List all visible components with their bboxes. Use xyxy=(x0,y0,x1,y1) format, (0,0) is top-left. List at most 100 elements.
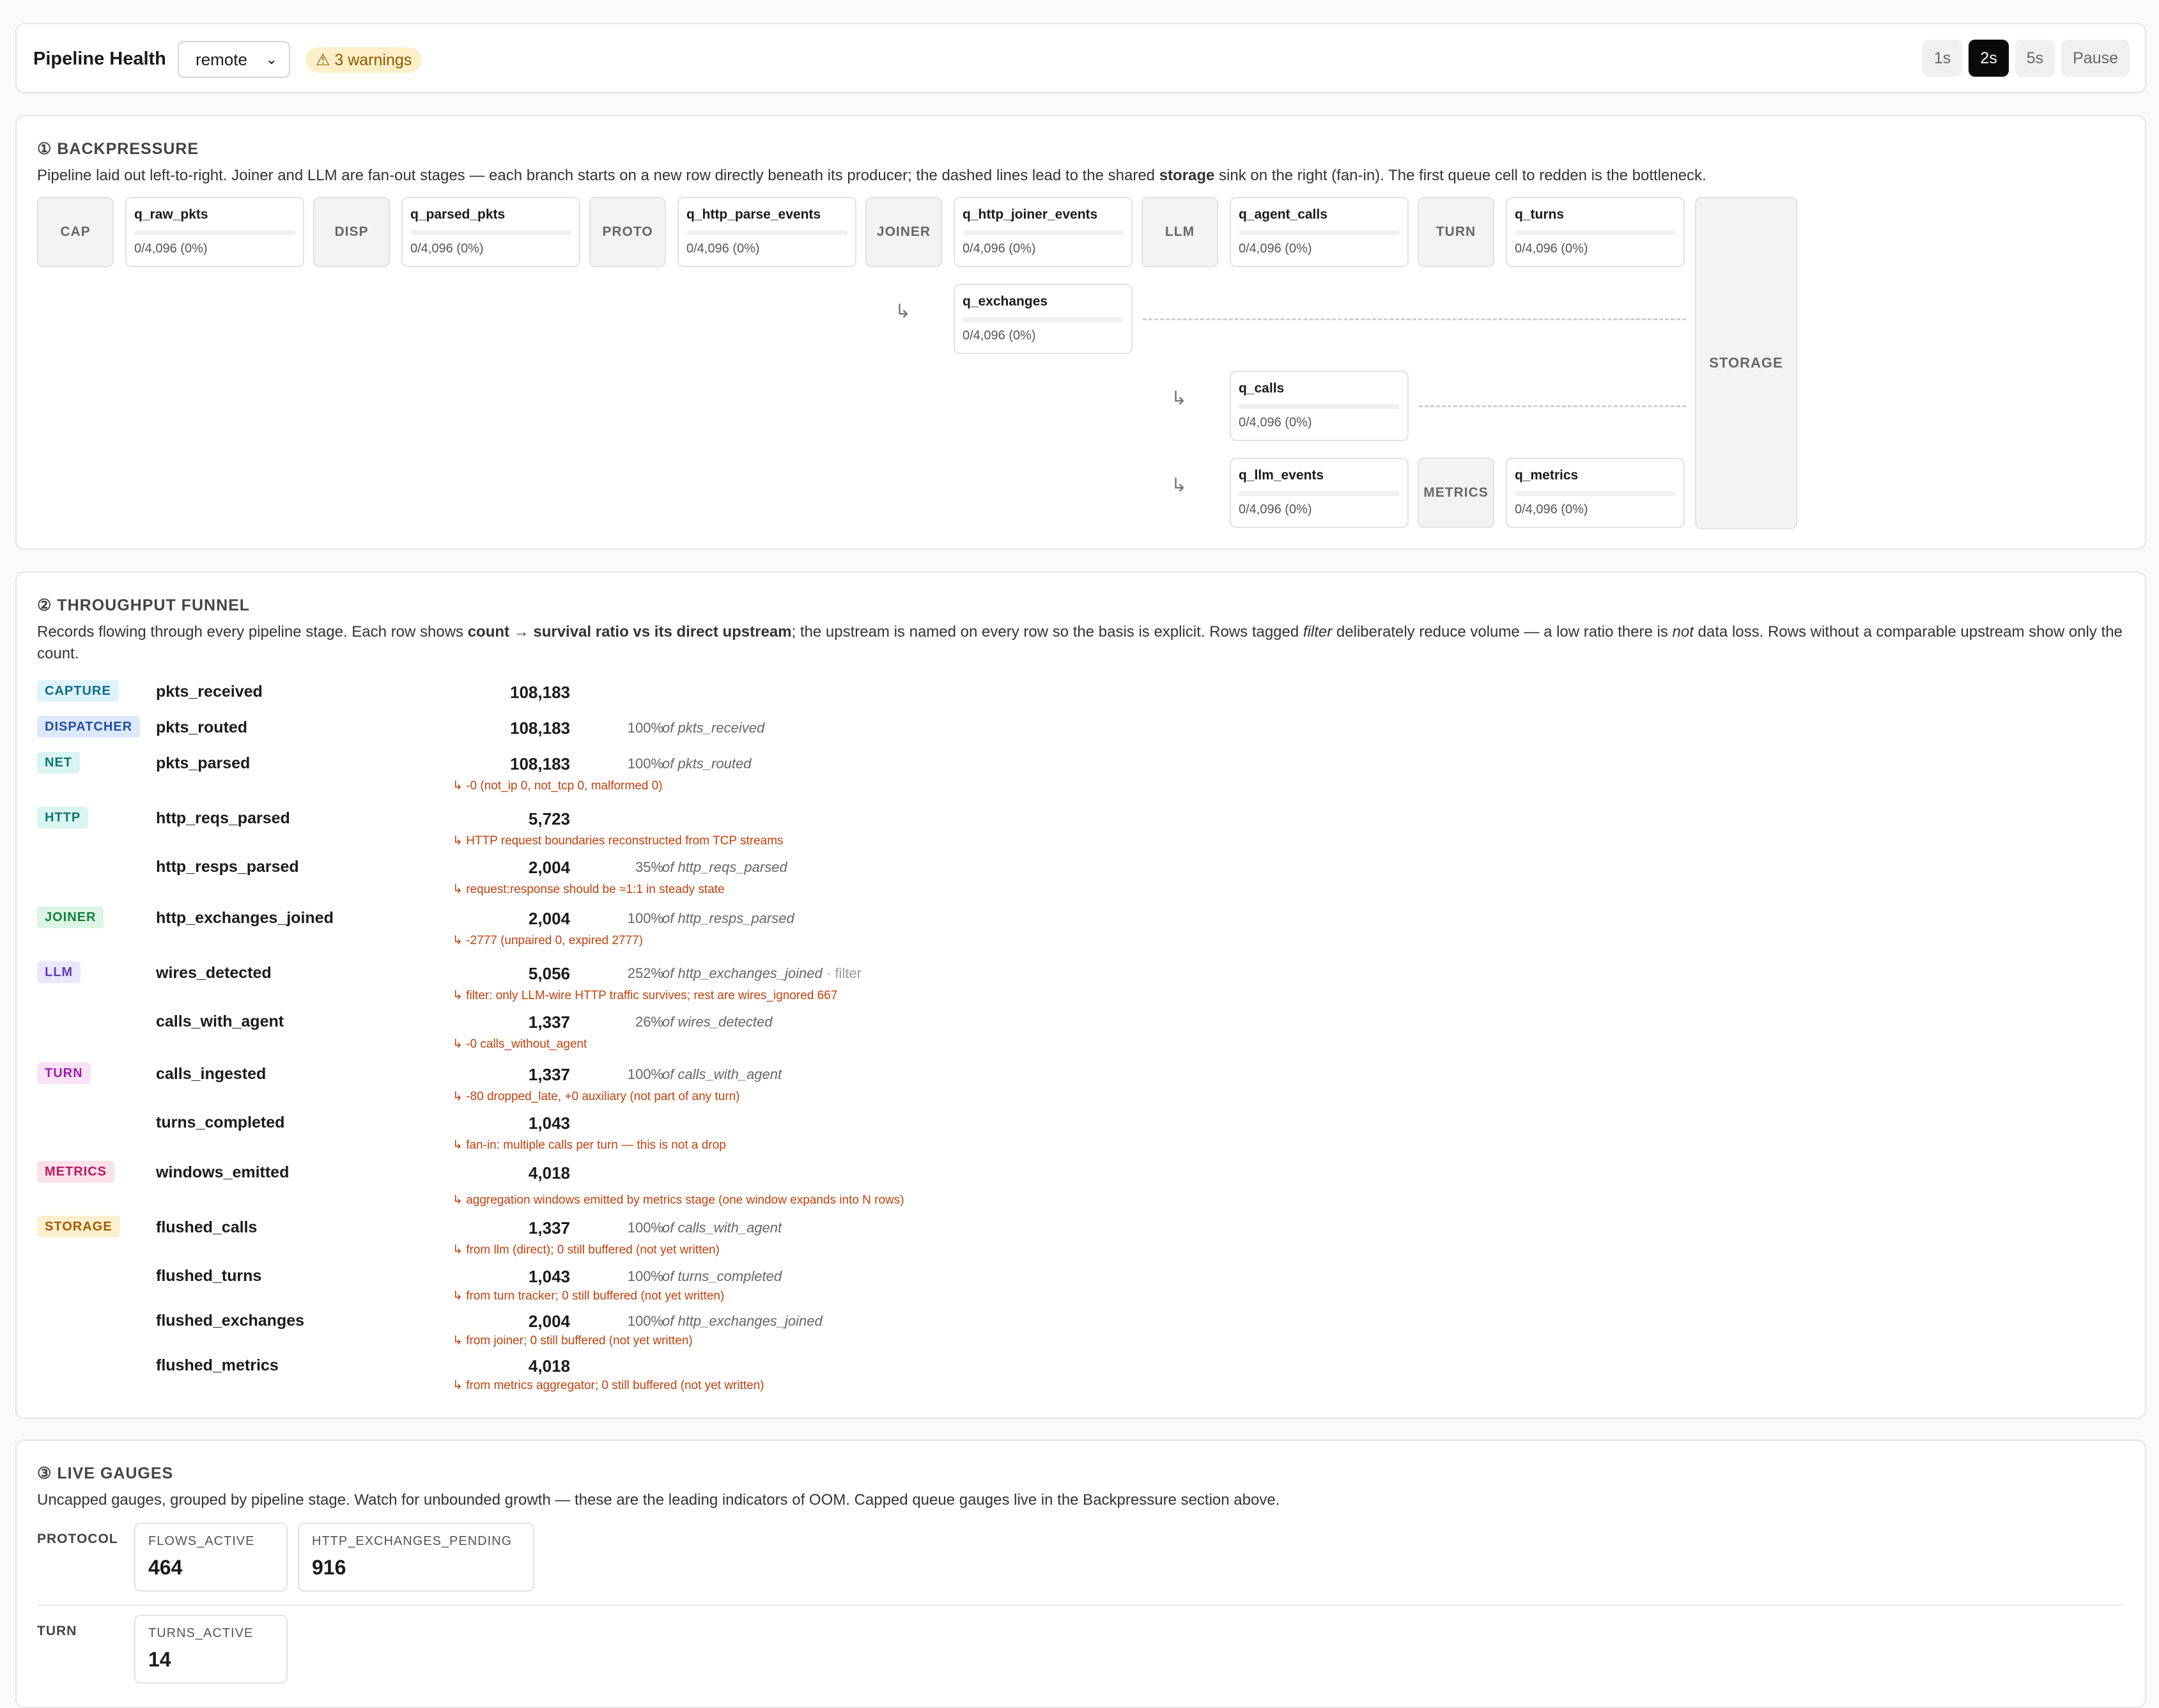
metric-ratio: 100% xyxy=(627,720,663,736)
metric-ratio: 35% xyxy=(635,859,663,875)
metric-name: http_reqs_parsed xyxy=(156,809,290,827)
metric-basis: of pkts_routed xyxy=(662,756,752,772)
stage-tag-dispatcher: DISPATCHER xyxy=(37,716,141,738)
warnings-badge[interactable]: ⚠ 3 warnings xyxy=(306,47,422,73)
metric-basis: of wires_detected xyxy=(662,1014,773,1030)
filter-flag: · filter xyxy=(822,965,862,981)
stage-tag-http: HTTP xyxy=(37,807,89,828)
metric-note: ↳ from metrics aggregator; 0 still buffe… xyxy=(453,1379,764,1392)
rate-1s-button[interactable]: 1s xyxy=(1922,40,1963,77)
queue-bar xyxy=(686,230,847,235)
queue-cell[interactable]: q_agent_calls 0/4,096 (0%) xyxy=(1230,197,1409,267)
queue-bar xyxy=(410,230,571,235)
metric-basis: of turns_completed xyxy=(662,1268,782,1284)
queue-value: 0/4,096 (0%) xyxy=(963,242,1036,256)
metric-note: ↳ fan-in: multiple calls per turn — this… xyxy=(453,1138,726,1152)
metric-ratio: 100% xyxy=(627,756,663,772)
queue-cell[interactable]: q_exchanges 0/4,096 (0%) xyxy=(954,284,1133,354)
gauge-card: TURNS_ACTIVE 14 xyxy=(134,1615,288,1684)
metric-name: flushed_calls xyxy=(156,1218,258,1236)
metric-count: 108,183 xyxy=(510,683,570,702)
metric-note: ↳ -0 (not_ip 0, not_tcp 0, malformed 0) xyxy=(453,779,663,793)
section-description: Uncapped gauges, grouped by pipeline sta… xyxy=(37,1491,1280,1509)
metric-count: 2,004 xyxy=(528,1312,570,1331)
metric-count: 1,337 xyxy=(528,1218,570,1238)
metric-count: 1,043 xyxy=(528,1267,570,1286)
queue-cell[interactable]: q_llm_events 0/4,096 (0%) xyxy=(1230,458,1409,528)
fan-in-dashed-line xyxy=(1419,405,1686,407)
metric-basis: of http_reqs_parsed xyxy=(662,859,787,875)
queue-value: 0/4,096 (0%) xyxy=(1239,242,1312,256)
queue-value: 0/4,096 (0%) xyxy=(1515,502,1588,516)
chevron-down-icon: ⌄ xyxy=(265,51,277,67)
queue-cell[interactable]: q_http_joiner_events 0/4,096 (0%) xyxy=(954,197,1133,267)
fan-in-dashed-line xyxy=(1143,318,1686,320)
section-title: ③ LIVE GAUGES xyxy=(37,1464,174,1482)
stage-disp: DISP xyxy=(313,197,390,267)
rate-2s-button[interactable]: 2s xyxy=(1969,40,2009,77)
stage-tag-net: NET xyxy=(37,752,80,773)
queue-cell[interactable]: q_metrics 0/4,096 (0%) xyxy=(1506,458,1685,528)
metric-count: 4,018 xyxy=(528,1163,570,1183)
queue-cell[interactable]: q_parsed_pkts 0/4,096 (0%) xyxy=(401,197,580,267)
queue-value: 0/4,096 (0%) xyxy=(1239,502,1312,516)
gauge-name: FLOWS_ACTIVE xyxy=(148,1534,255,1548)
stage-proto: PROTO xyxy=(589,197,666,267)
metric-note: ↳ -0 calls_without_agent xyxy=(453,1037,587,1051)
metric-name: http_exchanges_joined xyxy=(156,909,334,927)
metric-note: ↳ -80 dropped_late, +0 auxiliary (not pa… xyxy=(453,1090,740,1103)
metric-note: ↳ from llm (direct); 0 still buffered (n… xyxy=(453,1243,720,1257)
pause-button[interactable]: Pause xyxy=(2061,40,2130,77)
rate-5s-button[interactable]: 5s xyxy=(2015,40,2055,77)
gauge-card: FLOWS_ACTIVE 464 xyxy=(134,1523,288,1592)
metric-note: ↳ aggregation windows emitted by metrics… xyxy=(453,1193,904,1207)
queue-name: q_raw_pkts xyxy=(134,207,208,222)
header-bar: Pipeline Health remote ⌄ ⚠ 3 warnings 1s… xyxy=(15,23,2146,93)
queue-bar xyxy=(1515,230,1676,235)
gauge-name: TURNS_ACTIVE xyxy=(148,1626,254,1640)
queue-value: 0/4,096 (0%) xyxy=(686,242,760,256)
metric-note: ↳ from joiner; 0 still buffered (not yet… xyxy=(453,1334,693,1347)
page-title: Pipeline Health xyxy=(33,49,166,69)
group-divider xyxy=(37,1604,2124,1606)
metric-name: http_resps_parsed xyxy=(156,858,299,876)
stage-tag-capture: CAPTURE xyxy=(37,680,119,702)
queue-cell[interactable]: q_calls 0/4,096 (0%) xyxy=(1230,371,1409,441)
queue-value: 0/4,096 (0%) xyxy=(410,242,484,256)
queue-value: 0/4,096 (0%) xyxy=(1239,415,1312,430)
queue-name: q_turns xyxy=(1515,207,1565,222)
queue-cell[interactable]: q_http_parse_events 0/4,096 (0%) xyxy=(677,197,856,267)
stage-tag-storage: STORAGE xyxy=(37,1216,120,1238)
queue-bar xyxy=(1239,230,1400,235)
metric-count: 1,043 xyxy=(528,1114,570,1133)
metric-name: flushed_exchanges xyxy=(156,1312,305,1330)
metric-count: 1,337 xyxy=(528,1065,570,1084)
section-title: ② THROUGHPUT FUNNEL xyxy=(37,596,251,614)
queue-cell[interactable]: q_raw_pkts 0/4,096 (0%) xyxy=(125,197,304,267)
metric-count: 2,004 xyxy=(528,858,570,877)
metric-ratio: 100% xyxy=(627,1268,663,1284)
stage-tag-turn: TURN xyxy=(37,1062,91,1084)
queue-cell[interactable]: q_turns 0/4,096 (0%) xyxy=(1506,197,1685,267)
gauge-group-label: PROTOCOL xyxy=(37,1532,118,1546)
metric-count: 5,723 xyxy=(528,809,570,828)
env-select-value: remote xyxy=(196,50,247,69)
queue-value: 0/4,096 (0%) xyxy=(963,329,1036,343)
env-select[interactable]: remote ⌄ xyxy=(178,41,290,78)
queue-name: q_http_joiner_events xyxy=(963,207,1098,222)
metric-basis: of pkts_received xyxy=(662,720,765,736)
queue-name: q_llm_events xyxy=(1239,468,1324,483)
metric-name: turns_completed xyxy=(156,1114,285,1131)
section-description: Pipeline laid out left-to-right. Joiner … xyxy=(37,167,1706,184)
stage-llm: LLM xyxy=(1141,197,1218,267)
section-description: Records flowing through every pipeline s… xyxy=(37,623,2123,662)
queue-bar xyxy=(1239,491,1400,496)
gauge-group-label: TURN xyxy=(37,1624,77,1638)
metric-ratio: 100% xyxy=(627,1313,663,1329)
stage-joiner: JOINER xyxy=(865,197,942,267)
metric-ratio: 100% xyxy=(627,1220,663,1236)
metric-name: windows_emitted xyxy=(156,1163,290,1181)
metric-name: flushed_turns xyxy=(156,1267,262,1285)
stage-tag-metrics: METRICS xyxy=(37,1161,114,1183)
metric-basis: of http_exchanges_joined xyxy=(662,1313,823,1329)
